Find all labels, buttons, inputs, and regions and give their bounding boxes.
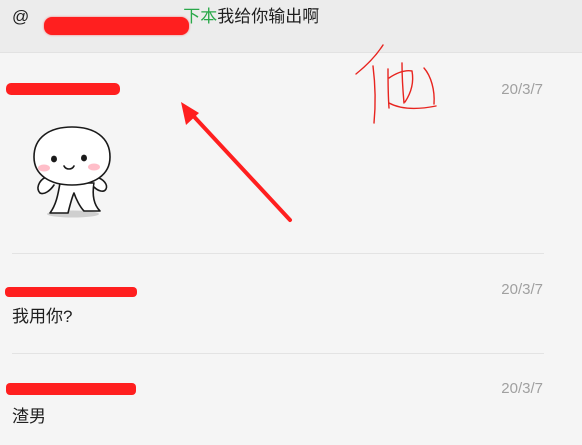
redacted-sender-name <box>6 383 136 395</box>
redacted-sender-name <box>5 287 137 297</box>
quoted-message-bar: @ 下本我给你输出啊 <box>0 0 582 53</box>
quote-rest-text: 我给你输出啊 <box>217 7 320 26</box>
message-timeline[interactable]: 20/3/7 20/3/7 我用你? 20/3/7 渣男 <box>0 53 582 445</box>
quoted-message-text: @ 下本我给你输出啊 <box>12 7 320 35</box>
redacted-mention-name <box>44 17 189 35</box>
redacted-sender-name <box>6 83 120 95</box>
message-text[interactable]: 渣男 <box>12 406 46 428</box>
message-text[interactable]: 我用你? <box>12 306 72 328</box>
message-item: 20/3/7 渣男 <box>0 353 582 445</box>
message-timestamp: 20/3/7 <box>501 81 543 98</box>
message-item: 20/3/7 <box>0 53 582 253</box>
message-timestamp: 20/3/7 <box>501 281 543 298</box>
message-timestamp: 20/3/7 <box>501 380 543 397</box>
message-item: 20/3/7 我用你? <box>0 253 582 353</box>
smiling-blob-sticker[interactable] <box>28 123 122 221</box>
at-mention-symbol: @ <box>12 7 30 26</box>
